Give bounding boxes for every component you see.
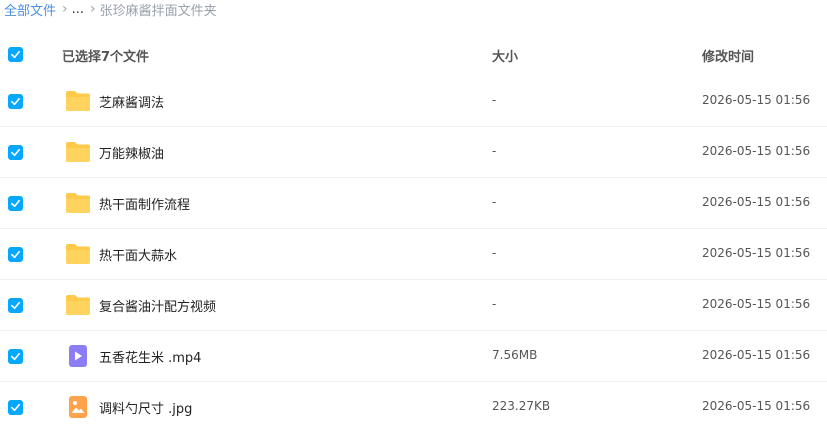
file-list-header: 已选择7个文件 大小 修改时间 xyxy=(0,34,827,74)
row-checkbox[interactable] xyxy=(8,196,23,211)
file-modified-time: 2026-05-15 01:56 xyxy=(702,144,811,158)
row-checkbox[interactable] xyxy=(8,247,23,262)
row-checkbox[interactable] xyxy=(8,298,23,313)
row-checkbox[interactable] xyxy=(8,400,23,415)
file-size: - xyxy=(492,195,497,209)
file-modified-time: 2026-05-15 01:56 xyxy=(702,297,811,311)
video-file-icon xyxy=(65,344,91,368)
check-icon xyxy=(11,199,20,208)
folder-icon xyxy=(65,89,91,113)
breadcrumb: 全部文件 › ... › 张珍麻酱拌面文件夹 xyxy=(4,0,217,19)
selected-count-label: 已选择7个文件 xyxy=(62,50,150,65)
file-row[interactable]: 芝麻酱调法 - 2026-05-15 01:56 xyxy=(0,76,827,127)
file-modified-time: 2026-05-15 01:56 xyxy=(702,93,811,107)
file-modified-time: 2026-05-15 01:56 xyxy=(702,399,811,413)
check-icon xyxy=(11,50,20,59)
chevron-right-icon: › xyxy=(62,1,68,17)
folder-icon xyxy=(65,293,91,317)
file-modified-time: 2026-05-15 01:56 xyxy=(702,195,811,209)
file-row[interactable]: 五香花生米 .mp4 7.56MB 2026-05-15 01:56 xyxy=(0,331,827,382)
file-size: - xyxy=(492,93,497,107)
folder-icon xyxy=(65,242,91,266)
check-icon xyxy=(11,403,20,412)
row-checkbox[interactable] xyxy=(8,145,23,160)
row-checkbox[interactable] xyxy=(8,94,23,109)
file-name[interactable]: 热干面大蒜水 xyxy=(99,245,177,264)
column-header-modified-time[interactable]: 修改时间 xyxy=(702,46,754,65)
check-icon xyxy=(11,301,20,310)
file-modified-time: 2026-05-15 01:56 xyxy=(702,348,811,362)
row-checkbox[interactable] xyxy=(8,349,23,364)
file-name[interactable]: 复合酱油汁配方视频 xyxy=(99,296,216,315)
file-row[interactable]: 热干面制作流程 - 2026-05-15 01:56 xyxy=(0,178,827,229)
file-row[interactable]: 热干面大蒜水 - 2026-05-15 01:56 xyxy=(0,229,827,280)
check-icon xyxy=(11,97,20,106)
breadcrumb-current-folder: 张珍麻酱拌面文件夹 xyxy=(99,3,217,19)
check-icon xyxy=(11,250,20,259)
file-row[interactable]: 调料勺尺寸 .jpg 223.27KB 2026-05-15 01:56 xyxy=(0,382,827,432)
file-size: - xyxy=(492,144,497,158)
file-name[interactable]: 万能辣椒油 xyxy=(99,143,164,162)
file-modified-time: 2026-05-15 01:56 xyxy=(702,246,811,260)
check-icon xyxy=(11,352,20,361)
file-row[interactable]: 复合酱油汁配方视频 - 2026-05-15 01:56 xyxy=(0,280,827,331)
folder-icon xyxy=(65,191,91,215)
file-name[interactable]: 芝麻酱调法 xyxy=(99,92,164,111)
breadcrumb-ellipsis[interactable]: ... xyxy=(72,2,84,17)
check-icon xyxy=(11,148,20,157)
file-size: 7.56MB xyxy=(492,348,538,362)
file-name[interactable]: 调料勺尺寸 .jpg xyxy=(99,398,192,417)
breadcrumb-root-link[interactable]: 全部文件 xyxy=(4,0,56,19)
file-size: - xyxy=(492,297,497,311)
file-name[interactable]: 五香花生米 .mp4 xyxy=(99,347,201,366)
column-header-size[interactable]: 大小 xyxy=(492,46,518,65)
select-all-checkbox[interactable] xyxy=(8,47,23,62)
folder-icon xyxy=(65,140,91,164)
file-size: 223.27KB xyxy=(492,399,551,413)
file-name[interactable]: 热干面制作流程 xyxy=(99,194,190,213)
file-size: - xyxy=(492,246,497,260)
file-row[interactable]: 万能辣椒油 - 2026-05-15 01:56 xyxy=(0,127,827,178)
chevron-right-icon: › xyxy=(90,1,96,17)
image-file-icon xyxy=(65,395,91,419)
